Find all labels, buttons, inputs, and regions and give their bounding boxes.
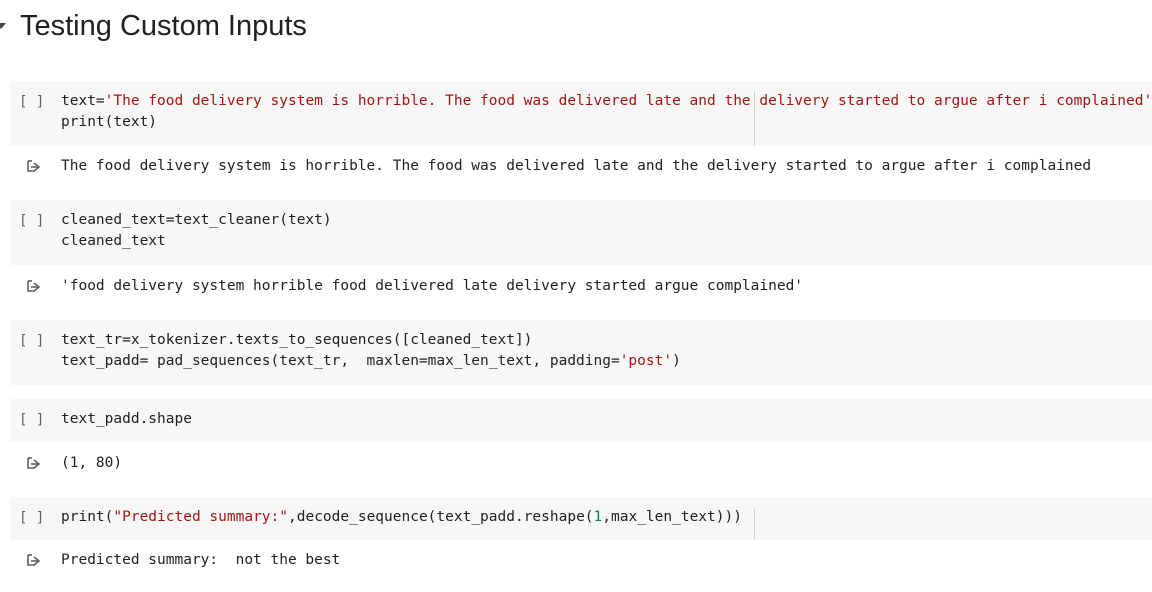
- output-text: Predicted summary: not the best: [61, 552, 341, 568]
- section-heading: Testing Custom Inputs: [0, 6, 307, 46]
- code-token: ,decode_sequence(text_padd.reshape(: [288, 509, 594, 525]
- cell-output: The food delivery system is horrible. Th…: [10, 157, 1152, 177]
- code-editor[interactable]: print("Predicted summary:",decode_sequen…: [61, 507, 742, 528]
- cell-output: (1, 80): [10, 454, 1152, 474]
- code-number: 1: [593, 509, 603, 525]
- output-text: (1, 80): [61, 455, 123, 471]
- output-arrow-icon: [27, 457, 41, 469]
- code-token: text_padd.shape: [61, 411, 192, 427]
- code-editor[interactable]: text_padd.shape: [61, 409, 192, 430]
- output-arrow-icon: [27, 554, 41, 566]
- run-cell-button[interactable]: [ ]: [19, 510, 44, 526]
- code-string: 'post': [619, 353, 673, 369]
- code-token: text_padd= pad_sequences(text_tr, maxlen…: [61, 353, 620, 369]
- run-cell-button[interactable]: [ ]: [19, 94, 44, 110]
- code-token: ): [672, 353, 681, 369]
- run-cell-button[interactable]: [ ]: [19, 412, 44, 428]
- code-editor[interactable]: text='The food delivery system is horrib…: [61, 91, 1152, 133]
- section-title: Testing Custom Inputs: [20, 9, 307, 42]
- code-cell[interactable]: [ ] text_tr=x_tokenizer.texts_to_sequenc…: [10, 320, 1152, 385]
- code-token: cleaned_text=text_cleaner(text): [61, 212, 332, 228]
- output-text: The food delivery system is horrible. Th…: [61, 158, 1092, 174]
- code-token: cleaned_text: [61, 233, 166, 249]
- run-cell-button[interactable]: [ ]: [19, 213, 44, 229]
- code-string: 'The food delivery system is horrible. T…: [104, 93, 1152, 109]
- cell-output: 'food delivery system horrible food deli…: [10, 277, 1152, 297]
- code-token: text_tr=x_tokenizer.texts_to_sequences([…: [61, 332, 533, 348]
- text-cursor: [754, 91, 755, 146]
- output-text: 'food delivery system horrible food deli…: [61, 278, 804, 294]
- code-editor[interactable]: cleaned_text=text_cleaner(text) cleaned_…: [61, 210, 332, 252]
- text-cursor: [754, 508, 755, 540]
- code-token: ,max_len_text))): [602, 509, 742, 525]
- code-cell[interactable]: [ ] cleaned_text=text_cleaner(text) clea…: [10, 200, 1152, 265]
- code-editor[interactable]: text_tr=x_tokenizer.texts_to_sequences([…: [61, 330, 681, 372]
- output-arrow-icon: [27, 160, 41, 172]
- code-cell[interactable]: [ ] print("Predicted summary:",decode_se…: [10, 497, 1152, 540]
- code-cell[interactable]: [ ] text_padd.shape: [10, 399, 1152, 442]
- run-cell-button[interactable]: [ ]: [19, 333, 44, 349]
- code-token: text=: [61, 93, 105, 109]
- code-token: print(: [61, 509, 114, 525]
- cell-output: Predicted summary: not the best: [10, 551, 1152, 571]
- collapse-caret-icon[interactable]: [0, 23, 6, 29]
- code-string: "Predicted summary:": [113, 509, 288, 525]
- output-arrow-icon: [27, 280, 41, 292]
- code-cell[interactable]: [ ] text='The food delivery system is ho…: [10, 81, 1152, 146]
- code-token: print(text): [61, 114, 158, 130]
